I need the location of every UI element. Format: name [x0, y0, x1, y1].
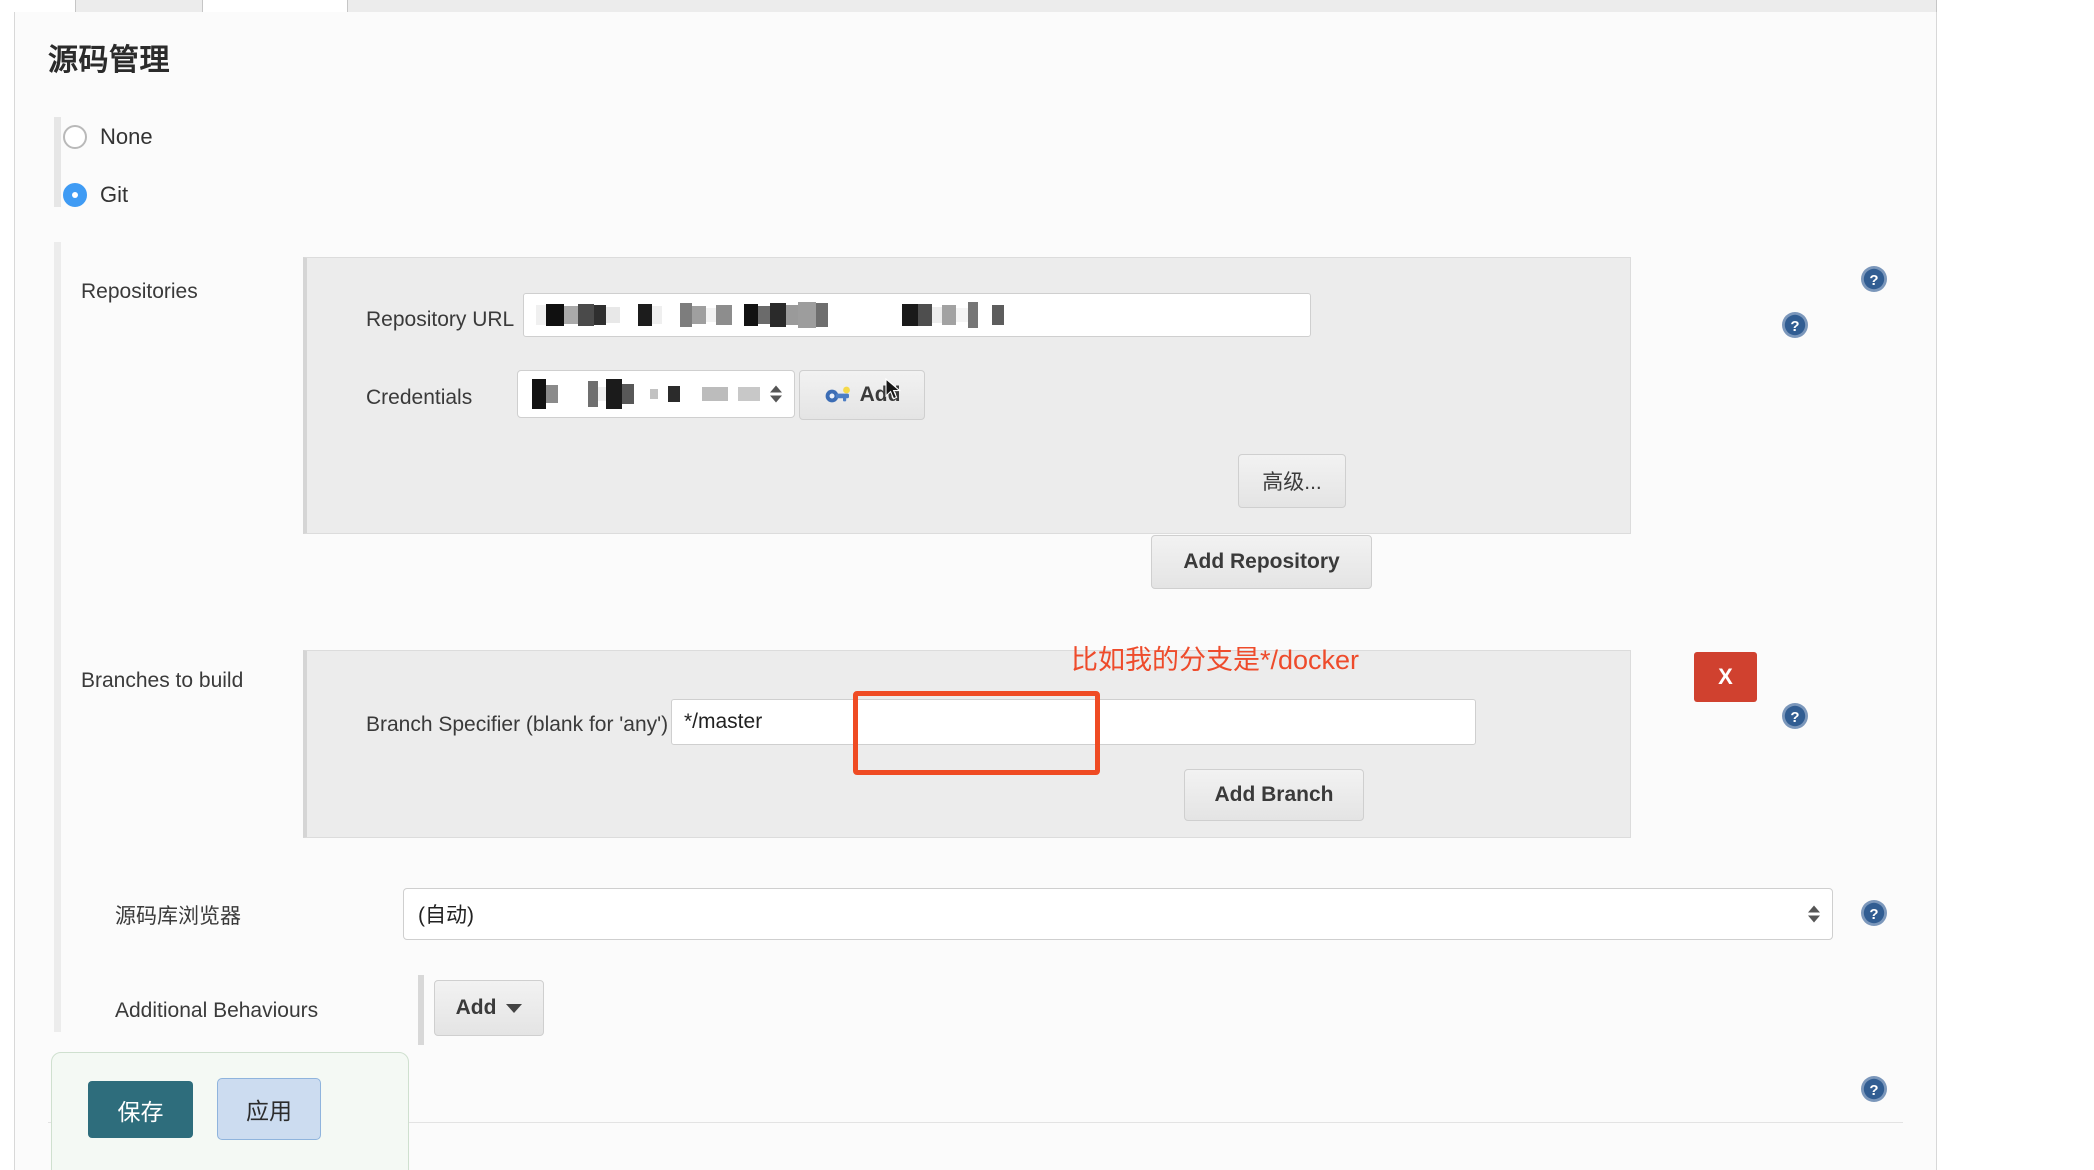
scm-options-rail — [54, 117, 61, 207]
git-settings-rail — [54, 242, 61, 1032]
page-title: 源码管理 — [48, 44, 170, 77]
chevron-down-icon — [506, 1003, 523, 1013]
delete-branch-button[interactable]: X — [1694, 652, 1757, 702]
add-repository-button[interactable]: Add Repository — [1151, 535, 1372, 589]
add-repository-label: Add Repository — [1183, 550, 1340, 573]
add-credentials-button[interactable]: Add — [799, 370, 925, 420]
scm-option-git-label: Git — [100, 182, 129, 207]
branches-block: Branch Specifier (blank for 'any') */mas… — [303, 650, 1631, 838]
advanced-button[interactable]: 高级... — [1238, 454, 1346, 508]
scm-option-git[interactable]: Git — [63, 182, 128, 208]
repository-browser-help-icon[interactable]: ? — [1860, 899, 1888, 927]
repository-browser-select[interactable]: (自动) — [403, 888, 1833, 940]
config-panel: 源码管理 None Git Repositories Repository UR… — [14, 12, 1937, 1170]
branch-specifier-value: */master — [684, 710, 763, 733]
tab-bar — [0, 0, 1937, 12]
tab-stub-left[interactable] — [75, 0, 203, 12]
branch-specifier-input[interactable]: */master — [671, 699, 1476, 745]
annotation-text: 比如我的分支是*/docker — [1071, 645, 1360, 675]
svg-text:?: ? — [1869, 272, 1878, 289]
save-button[interactable]: 保存 — [88, 1081, 193, 1138]
branch-specifier-label: Branch Specifier (blank for 'any') — [366, 713, 669, 736]
repository-browser-label: 源码库浏览器 — [115, 905, 241, 928]
credentials-select[interactable] — [517, 370, 795, 418]
tab-stub-right[interactable] — [347, 0, 1937, 12]
repository-url-input[interactable] — [523, 293, 1311, 337]
repository-browser-arrows[interactable] — [1808, 905, 1820, 923]
add-credentials-label: Add — [859, 383, 901, 406]
apply-button-label: 应用 — [246, 1098, 292, 1124]
credentials-label: Credentials — [366, 386, 473, 409]
radio-git[interactable] — [63, 183, 87, 207]
additional-behaviours-add-button[interactable]: Add — [434, 980, 544, 1036]
branches-to-build-label: Branches to build — [81, 669, 244, 692]
repositories-label: Repositories — [81, 280, 198, 303]
jenkins-scm-config-page: 源码管理 None Git Repositories Repository UR… — [0, 0, 2094, 1170]
radio-none[interactable] — [63, 125, 87, 149]
scm-option-none[interactable]: None — [63, 124, 153, 150]
svg-text:?: ? — [1790, 318, 1799, 335]
repository-url-redacted-value — [536, 302, 1004, 328]
advanced-button-label: 高级... — [1262, 471, 1322, 494]
repositories-block: Repository URL Credentials Add 高级... Add… — [303, 257, 1631, 589]
additional-behaviours-label: Additional Behaviours — [115, 999, 319, 1022]
save-button-label: 保存 — [117, 1098, 164, 1125]
additional-behaviours-add-label: Add — [455, 996, 497, 1019]
add-branch-label: Add Branch — [1214, 783, 1334, 806]
add-branch-button[interactable]: Add Branch — [1184, 769, 1364, 821]
subversion-help-icon[interactable]: ? — [1860, 1075, 1888, 1103]
credentials-select-arrows[interactable] — [770, 385, 782, 403]
svg-text:?: ? — [1790, 709, 1799, 726]
svg-text:?: ? — [1869, 906, 1878, 923]
repository-url-label: Repository URL — [366, 308, 515, 331]
svg-text:?: ? — [1869, 1082, 1878, 1099]
credentials-redacted-value — [532, 379, 760, 409]
delete-branch-label: X — [1718, 664, 1733, 689]
key-icon — [825, 386, 850, 403]
branches-help-icon[interactable]: ? — [1781, 702, 1809, 730]
scm-option-none-label: None — [100, 124, 153, 149]
repository-browser-value: (自动) — [418, 904, 474, 927]
additional-behaviours-rail — [418, 975, 424, 1045]
apply-button[interactable]: 应用 — [217, 1078, 321, 1140]
repositories-help-icon[interactable]: ? — [1860, 265, 1888, 293]
repository-url-help-icon[interactable]: ? — [1781, 311, 1809, 339]
